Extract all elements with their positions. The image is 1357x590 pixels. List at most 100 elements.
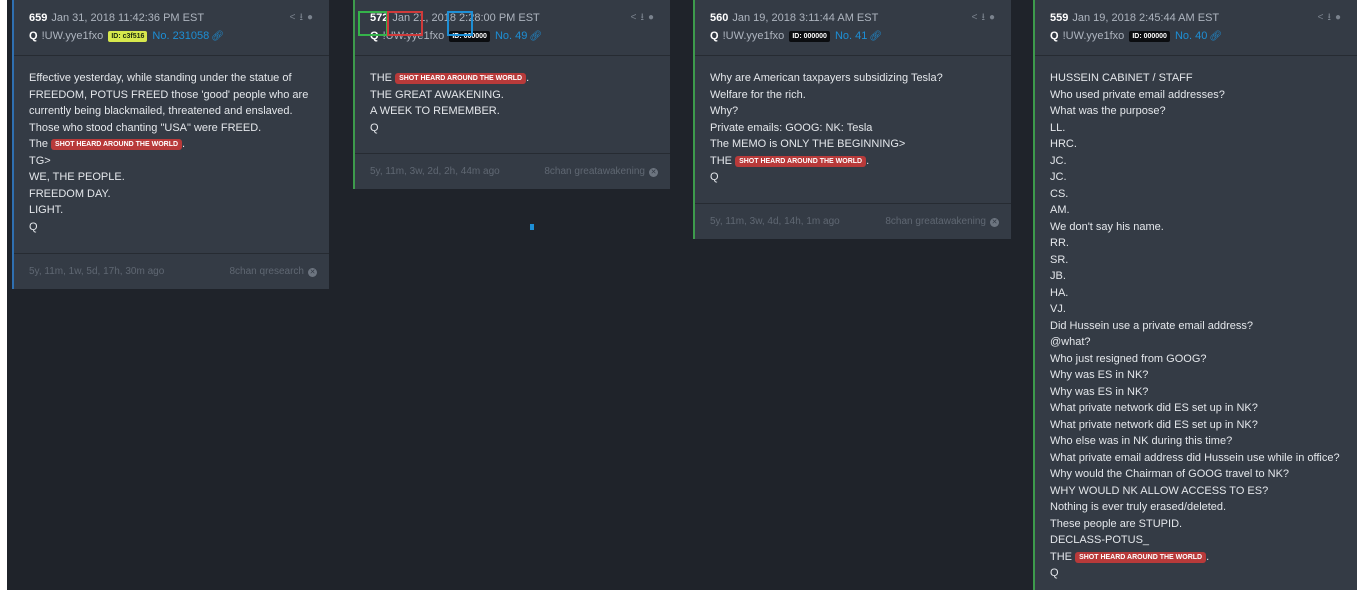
- body-line: Q: [370, 121, 379, 134]
- body-line: What private email address did Hussein u…: [1050, 451, 1340, 464]
- shot-heard-badge: SHOT HEARD AROUND THE WORLD: [1075, 551, 1207, 563]
- post-number[interactable]: 659: [29, 12, 47, 24]
- post-year: , 2018: [425, 12, 456, 24]
- post-header: 560 Jan 19, 2018 3:11:44 AM EST Q !UW.yye1…: [695, 0, 1011, 56]
- shot-line: THE SHOT HEARD AROUND THE WORLD.: [1050, 549, 1342, 566]
- body-line: FREEDOM, POTUS FREED those 'good' people…: [29, 88, 309, 101]
- post-source[interactable]: 8chan greatawakening ✕: [885, 204, 999, 239]
- post-actions: <⭳●: [972, 10, 999, 27]
- shot-suffix: .: [866, 154, 870, 167]
- post-actions: <⭳●: [290, 10, 317, 27]
- body-line: Q: [29, 220, 38, 233]
- post-body: THE SHOT HEARD AROUND THE WORLD. THE GRE…: [355, 56, 670, 136]
- download-icon[interactable]: ⭳: [299, 12, 307, 23]
- arrow-circle-icon[interactable]: ●: [989, 12, 999, 23]
- shot-heard-badge: SHOT HEARD AROUND THE WORLD: [395, 73, 527, 84]
- body-line: JC.: [1050, 154, 1067, 167]
- shot-prefix: THE: [1050, 550, 1072, 563]
- shot-heard-badge: SHOT HEARD AROUND THE WORLD: [51, 139, 183, 150]
- body-line: What private network did ES set up in NK…: [1050, 402, 1258, 414]
- close-circle-icon[interactable]: ✕: [990, 218, 999, 227]
- body-line: VJ.: [1050, 303, 1066, 315]
- close-circle-icon[interactable]: ✕: [308, 268, 317, 277]
- body-line: CS.: [1050, 187, 1069, 200]
- share-icon[interactable]: <: [972, 12, 982, 23]
- poster-id-badge: ID: c3f516: [108, 31, 148, 42]
- arrow-circle-icon[interactable]: ●: [648, 12, 658, 23]
- post-source[interactable]: 8chan qresearch ✕: [229, 254, 317, 289]
- shot-heard-badge: SHOT HEARD AROUND THE WORLD: [735, 155, 867, 167]
- poster-id-badge: ID: 000000: [1129, 31, 1170, 42]
- body-line: Did Hussein use a private email address?: [1050, 319, 1253, 332]
- link-icon[interactable]: 🔗︎: [529, 31, 542, 42]
- post-no-link[interactable]: No. 40: [1175, 30, 1207, 42]
- post-footer: 5y, 11m, 3w, 2d, 2h, 44m ago 8chan great…: [355, 153, 670, 189]
- post-number[interactable]: 559: [1050, 12, 1068, 24]
- shot-line: THE SHOT HEARD AROUND THE WORLD.: [370, 70, 655, 87]
- author-name: Q: [370, 30, 379, 42]
- body-line: Effective yesterday, while standing unde…: [29, 72, 292, 84]
- shot-suffix: .: [182, 138, 186, 150]
- link-icon[interactable]: 🔗︎: [211, 31, 224, 42]
- arrow-circle-icon[interactable]: ●: [1335, 12, 1345, 23]
- body-line: LL.: [1050, 121, 1066, 134]
- body-line: Nothing is ever truly erased/deleted.: [1050, 501, 1227, 513]
- post-datetime: Jan 19, 2018 3:11:44 AM EST: [732, 12, 879, 24]
- body-line: A WEEK TO REMEMBER.: [370, 105, 500, 117]
- post-source[interactable]: 8chan greatawakening ✕: [544, 154, 658, 189]
- shot-suffix: .: [1206, 550, 1210, 563]
- body-line: @what?: [1050, 336, 1091, 348]
- download-icon[interactable]: ⭳: [1327, 12, 1335, 23]
- body-line: Who used private email addresses?: [1050, 88, 1225, 101]
- body-line: Why was ES in NK?: [1050, 369, 1149, 381]
- post-card-560: 560 Jan 19, 2018 3:11:44 AM EST Q !UW.yye1…: [693, 0, 1011, 239]
- post-no-link[interactable]: No. 49: [495, 30, 527, 42]
- body-line: These people are STUPID.: [1050, 517, 1183, 530]
- link-icon[interactable]: 🔗︎: [1209, 31, 1222, 42]
- post-datetime: Jan 31, 2018 11:42:36 PM EST: [51, 12, 205, 24]
- post-footer: 5y, 11m, 3w, 4d, 14h, 1m ago 8chan great…: [695, 203, 1011, 239]
- post-body: Effective yesterday, while standing unde…: [14, 56, 329, 235]
- body-line: TG>: [29, 154, 51, 167]
- download-icon[interactable]: ⭳: [640, 12, 648, 23]
- body-line: The MEMO is ONLY THE BEGINNING>: [710, 138, 906, 150]
- body-line: Q: [1050, 567, 1059, 579]
- tripcode: !UW.yye1fxo: [382, 30, 445, 42]
- body-line: Why?: [710, 105, 739, 117]
- poster-id-badge: ID: 000000: [789, 31, 830, 42]
- post-footer: 5y, 11m, 1w, 5d, 17h, 30m ago 8chan qres…: [14, 253, 329, 289]
- body-line: DECLASS-POTUS_: [1050, 534, 1150, 546]
- body-line: Why was ES in NK?: [1050, 385, 1149, 398]
- post-actions: <⭳●: [1318, 10, 1345, 27]
- body-line: Private emails: GOOG: NK: Tesla: [710, 121, 873, 134]
- body-line: Those who stood chanting "USA" were FREE…: [29, 121, 262, 134]
- post-body: HUSSEIN CABINET / STAFF Who used private…: [1035, 56, 1357, 582]
- body-line: JC.: [1050, 171, 1067, 183]
- body-line: JB.: [1050, 270, 1066, 282]
- body-line: WE, THE PEOPLE.: [29, 171, 125, 183]
- author-name: Q: [710, 30, 719, 42]
- link-icon[interactable]: 🔗︎: [869, 31, 882, 42]
- share-icon[interactable]: <: [290, 12, 300, 23]
- share-icon[interactable]: <: [631, 12, 641, 23]
- post-number[interactable]: 572: [370, 12, 388, 24]
- post-actions: <⭳●: [631, 10, 658, 27]
- arrow-circle-icon[interactable]: ●: [307, 12, 317, 23]
- app-canvas: 659 Jan 31, 2018 11:42:36 PM EST Q !UW.yye…: [7, 0, 1357, 590]
- share-icon[interactable]: <: [1318, 12, 1328, 23]
- author-name: Q: [1050, 30, 1059, 42]
- close-circle-icon[interactable]: ✕: [649, 168, 658, 177]
- post-time-rest: :00 PM EST: [480, 12, 540, 24]
- post-header: 659 Jan 31, 2018 11:42:36 PM EST Q !UW.yye…: [14, 0, 329, 56]
- post-no-link[interactable]: No. 41: [835, 30, 867, 42]
- body-line: Who else was in NK during this time?: [1050, 435, 1233, 447]
- post-header: 572 Jan 21, 2018 2:28:00 PM EST Q !UW.yye1…: [355, 0, 670, 56]
- body-line: Q: [710, 171, 719, 183]
- body-line: HA.: [1050, 286, 1069, 299]
- source-label: 8chan qresearch: [229, 266, 305, 277]
- post-card-559: 559 Jan 19, 2018 2:45:44 AM EST Q !UW.yye1…: [1033, 0, 1357, 590]
- download-icon[interactable]: ⭳: [981, 12, 989, 23]
- post-no-link[interactable]: No. 231058: [152, 30, 209, 42]
- post-number[interactable]: 560: [710, 12, 728, 24]
- shot-line: THE SHOT HEARD AROUND THE WORLD.: [710, 153, 996, 170]
